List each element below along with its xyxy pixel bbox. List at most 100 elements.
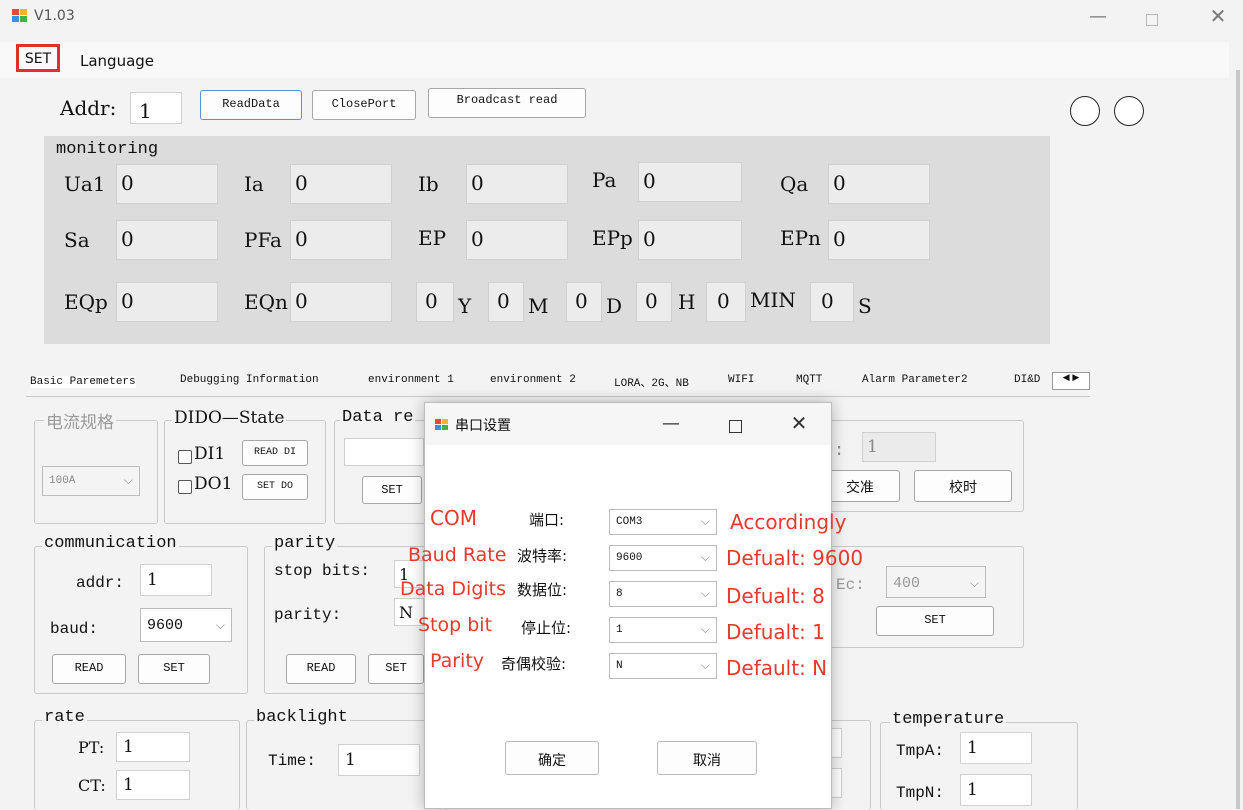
- port-label: 端口:: [529, 511, 565, 529]
- parity-check-select[interactable]: N ⌵: [609, 653, 717, 679]
- baud-rate-label: 波特率:: [517, 547, 568, 565]
- dialog-minimize-icon[interactable]: —: [651, 413, 691, 434]
- menu-language[interactable]: Language: [80, 52, 154, 70]
- rate-title: rate: [42, 708, 87, 727]
- ec-select[interactable]: 400 ⌵: [886, 566, 986, 598]
- dido-group: [164, 420, 326, 524]
- scrollbar[interactable]: [1236, 70, 1240, 809]
- annotation-default-n: Default: N: [726, 656, 828, 680]
- comm-read-button[interactable]: READ: [52, 654, 126, 684]
- comm-set-button[interactable]: SET: [138, 654, 210, 684]
- addr-input[interactable]: 1: [130, 92, 182, 124]
- data-bits-select[interactable]: 8 ⌵: [609, 581, 717, 607]
- pt-input[interactable]: 1: [116, 732, 190, 762]
- baud-rate-select[interactable]: 9600 ⌵: [609, 545, 717, 571]
- month-value[interactable]: 0: [488, 282, 524, 322]
- comm-baud-select[interactable]: 9600 ⌵: [140, 608, 232, 642]
- annotation-default-1: Defualt: 1: [726, 620, 825, 644]
- annotation-parity: Parity: [430, 650, 485, 672]
- calibrate-button[interactable]: 交准: [820, 470, 900, 502]
- day-unit: D: [606, 294, 623, 318]
- sa-label: Sa: [64, 228, 90, 252]
- ct-input[interactable]: 1: [116, 770, 190, 800]
- data-read-input[interactable]: [344, 438, 424, 466]
- chevron-down-icon: ⌵: [123, 473, 133, 487]
- tab-basic-parameters[interactable]: Basic Paremeters: [30, 376, 136, 388]
- ia-value[interactable]: 0: [290, 164, 392, 204]
- broadcast-read-button[interactable]: Broadcast read: [428, 88, 586, 118]
- read-data-button[interactable]: ReadData: [200, 90, 302, 120]
- minute-value[interactable]: 0: [706, 282, 746, 322]
- tab-wifi[interactable]: WIFI: [728, 374, 754, 386]
- ua1-label: Ua1: [64, 172, 106, 196]
- window-title: V1.03: [34, 8, 75, 24]
- tab-environment-1[interactable]: environment 1: [368, 374, 454, 386]
- pa-value[interactable]: 0: [638, 162, 742, 202]
- read-di-button[interactable]: READ DI: [242, 440, 308, 466]
- data-read-group: [334, 420, 436, 524]
- menu-bar: SET Language: [0, 42, 1229, 78]
- dialog-ok-button[interactable]: 确定: [505, 741, 599, 775]
- backlight-time-input[interactable]: 1: [338, 744, 420, 776]
- di1-checkbox[interactable]: [178, 450, 192, 464]
- tab-di-do[interactable]: DI&D: [1014, 374, 1040, 386]
- menu-set[interactable]: SET: [16, 44, 60, 72]
- ec-set-button[interactable]: SET: [876, 606, 994, 636]
- ia-label: Ia: [244, 172, 264, 196]
- qa-value[interactable]: 0: [828, 164, 930, 204]
- dialog-close-icon[interactable]: ✕: [781, 411, 817, 435]
- tab-alarm-parameter2[interactable]: Alarm Parameter2: [862, 374, 968, 386]
- data-bits-value: 8: [616, 588, 623, 600]
- data-read-title: Data re: [340, 408, 416, 427]
- port-select[interactable]: COM3 ⌵: [609, 509, 717, 535]
- time-group-value[interactable]: 1: [862, 432, 936, 462]
- dialog-title: 串口设置: [455, 418, 511, 434]
- ep-value[interactable]: 0: [466, 220, 568, 260]
- eqp-value[interactable]: 0: [116, 282, 218, 322]
- year-value[interactable]: 0: [416, 282, 454, 322]
- ec-value: 400: [893, 575, 921, 592]
- dialog-maximize-icon[interactable]: [729, 420, 742, 433]
- tab-environment-2[interactable]: environment 2: [490, 374, 576, 386]
- time-group-label: :: [834, 442, 845, 461]
- second-value[interactable]: 0: [810, 282, 854, 322]
- baud-rate-value: 9600: [616, 552, 643, 564]
- dialog-cancel-button[interactable]: 取消: [657, 741, 757, 775]
- tab-mqtt[interactable]: MQTT: [796, 374, 822, 386]
- eqn-value[interactable]: 0: [290, 282, 392, 322]
- epn-value[interactable]: 0: [828, 220, 930, 260]
- parity-set-button[interactable]: SET: [368, 654, 424, 684]
- close-port-button[interactable]: ClosePort: [312, 90, 416, 120]
- minimize-icon[interactable]: —: [1078, 6, 1118, 27]
- hour-value[interactable]: 0: [636, 282, 672, 322]
- parity-read-button[interactable]: READ: [286, 654, 356, 684]
- dialog-app-icon: [435, 419, 449, 431]
- data-read-set-button[interactable]: SET: [362, 476, 422, 504]
- ua1-value[interactable]: 0: [116, 164, 218, 204]
- maximize-icon[interactable]: [1146, 14, 1158, 26]
- ib-value[interactable]: 0: [466, 164, 568, 204]
- comm-baud-value: 9600: [147, 617, 184, 634]
- time-sync-button[interactable]: 校时: [914, 470, 1012, 502]
- stop-bit-select[interactable]: 1 ⌵: [609, 617, 717, 643]
- app-icon: [12, 9, 28, 23]
- comm-addr-input[interactable]: 1: [140, 564, 212, 596]
- tab-debugging-information[interactable]: Debugging Information: [180, 374, 319, 386]
- sa-value[interactable]: 0: [116, 220, 218, 260]
- set-do-button[interactable]: SET DO: [242, 474, 308, 500]
- tmpa-input[interactable]: 1: [960, 732, 1032, 764]
- dido-title: DIDO—State: [172, 408, 287, 428]
- annotation-com: COM: [430, 506, 477, 530]
- current-spec-select[interactable]: 100A ⌵: [42, 466, 140, 496]
- day-value[interactable]: 0: [566, 282, 602, 322]
- chevron-down-icon: ⌵: [700, 514, 710, 528]
- close-icon[interactable]: ✕: [1198, 4, 1238, 28]
- addr-label: Addr:: [60, 96, 117, 120]
- eqp-label: EQp: [64, 290, 108, 314]
- tab-scroll-arrows-icon[interactable]: ◀ ▶: [1052, 372, 1090, 390]
- pfa-value[interactable]: 0: [290, 220, 392, 260]
- do1-checkbox[interactable]: [178, 480, 192, 494]
- tab-lora[interactable]: LORA、2G、NB: [614, 374, 689, 390]
- tmpn-input[interactable]: 1: [960, 774, 1032, 806]
- epp-value[interactable]: 0: [638, 220, 742, 260]
